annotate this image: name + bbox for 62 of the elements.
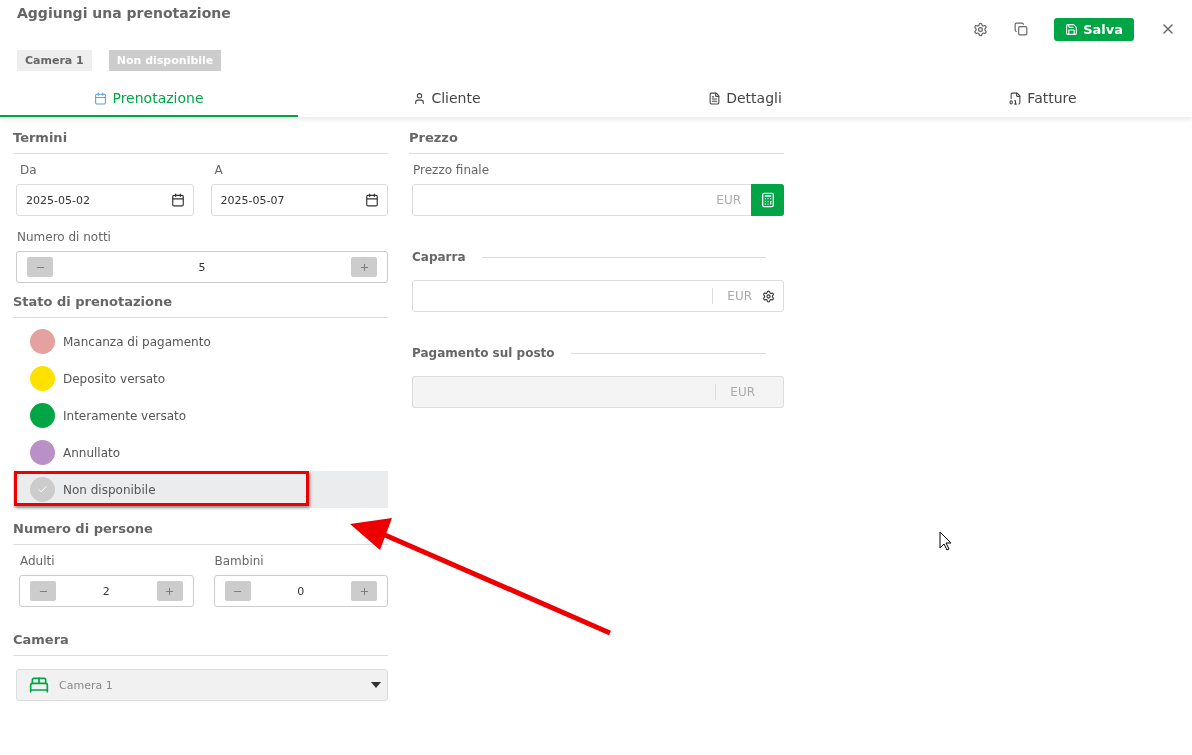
cursor-icon [939, 531, 952, 551]
status-label: Mancanza di pagamento [63, 334, 211, 349]
date-field[interactable]: 2025-05-02 [16, 184, 194, 216]
section-heading: Termini [13, 127, 388, 154]
stepper-value: 5 [198, 260, 206, 274]
invoice-icon [1009, 91, 1023, 105]
tab[interactable]: Cliente [298, 81, 596, 117]
calendar-icon [170, 193, 185, 207]
plus-icon [358, 261, 370, 273]
status-option[interactable]: Interamente versato [13, 397, 388, 434]
status-label: Non disponibile [63, 482, 156, 497]
dialog-title: Aggiungi una prenotazione [17, 5, 231, 23]
settings-button[interactable] [973, 21, 989, 37]
room-tag: Camera 1 [17, 50, 92, 71]
field-label: A [213, 163, 224, 177]
number-stepper[interactable]: 5 [16, 251, 388, 283]
number-stepper[interactable]: 0 [213, 575, 388, 607]
currency-label: EUR [715, 384, 765, 400]
status-option[interactable]: Mancanza di pagamento [13, 323, 388, 360]
field-label: Prezzo finale [412, 163, 491, 177]
stepper-value: 2 [102, 584, 110, 598]
status-option[interactable]: Annullato [13, 434, 388, 471]
status-option[interactable]: Deposito versato [13, 360, 388, 397]
currency-label: EUR [715, 192, 742, 208]
section-heading: Prezzo [409, 127, 784, 154]
number-stepper[interactable]: 2 [19, 575, 194, 607]
field-label: Bambini [213, 554, 265, 568]
check-icon [37, 484, 48, 495]
field-label: Pagamento sul posto [412, 346, 555, 360]
duplicate-button[interactable] [1014, 22, 1029, 36]
stepper-value: 0 [297, 584, 305, 598]
increment-button[interactable] [351, 257, 377, 277]
calendar-icon [365, 193, 379, 207]
status-option[interactable]: Non disponibile [13, 471, 388, 508]
plus-icon [358, 585, 370, 597]
plus-icon [164, 585, 175, 597]
tab[interactable]: Fatture [894, 81, 1192, 117]
currency-label: EUR [712, 288, 762, 304]
increment-button[interactable] [351, 581, 377, 601]
user-icon [413, 91, 427, 105]
section-heading: Camera [13, 629, 388, 656]
floppy-icon [1065, 22, 1079, 36]
field-label: Da [19, 163, 38, 177]
field-label: Numero di notti [16, 230, 112, 244]
calculator-button[interactable] [751, 184, 784, 216]
section-heading: Stato di prenotazione [13, 291, 388, 318]
copy-icon [1014, 22, 1029, 36]
calculator-icon [759, 192, 776, 208]
calendar-icon [94, 91, 108, 105]
caret-icon [371, 682, 381, 688]
status-label: Interamente versato [63, 408, 187, 423]
tab[interactable]: Dettagli [596, 81, 894, 117]
status-label: Deposito versato [63, 371, 166, 386]
bed-icon [29, 675, 49, 695]
settings-icon[interactable] [762, 289, 775, 303]
status-label: Annullato [63, 445, 121, 460]
settings-icon [973, 21, 989, 37]
date-field[interactable]: 2025-05-07 [210, 184, 388, 216]
document-icon [708, 91, 722, 105]
increment-button[interactable] [156, 581, 183, 601]
field-label: Adulti [19, 554, 56, 568]
field-label: Caparra [412, 250, 466, 264]
